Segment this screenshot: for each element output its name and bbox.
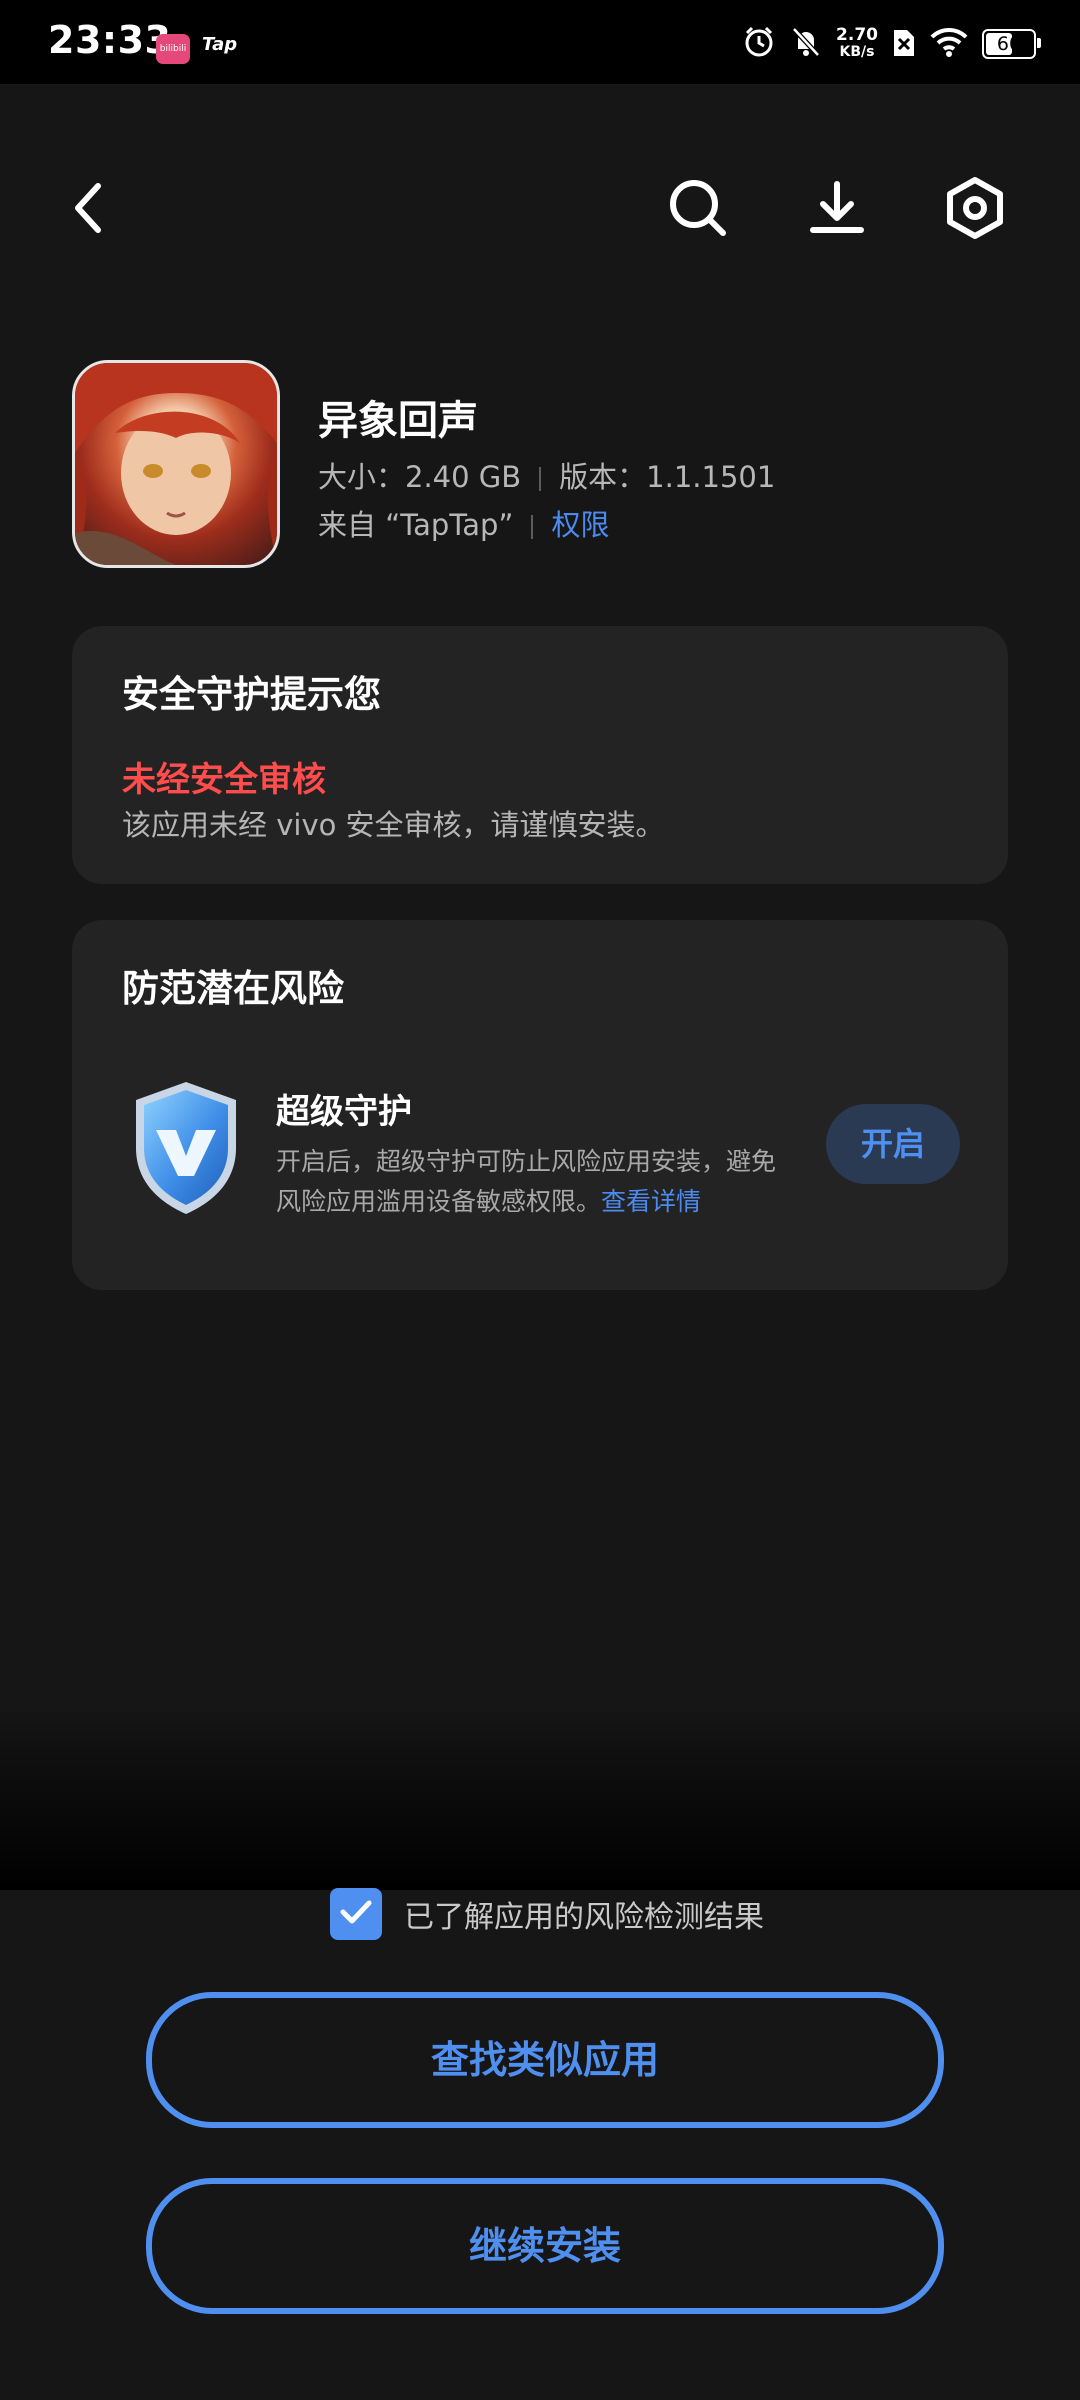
- continue-install-button[interactable]: 继续安装: [146, 2178, 944, 2314]
- bottom-fade-overlay: [0, 1700, 1080, 1890]
- risk-ack-row[interactable]: 已了解应用的风险检测结果: [330, 1887, 764, 1941]
- app-version: 版本：1.1.1501: [559, 460, 776, 494]
- app-source-row: 来自 “TapTap” 权限: [318, 502, 609, 544]
- network-speed: 2.70 KB/s: [836, 27, 878, 61]
- alarm-icon: [742, 25, 776, 63]
- network-speed-value: 2.70: [836, 25, 878, 45]
- app-icon: [72, 360, 280, 568]
- permissions-link[interactable]: 权限: [551, 508, 609, 542]
- app-name: 异象回声: [318, 398, 478, 444]
- enable-protection-button[interactable]: 开启: [826, 1104, 960, 1184]
- back-button[interactable]: [56, 178, 120, 242]
- bell-muted-icon: [790, 25, 822, 63]
- bilibili-app-icon: bilibili: [156, 34, 190, 64]
- app-meta: 大小：2.40 GB 版本：1.1.1501: [318, 454, 775, 496]
- settings-button[interactable]: [943, 176, 1007, 244]
- app-header: 异象回声 大小：2.40 GB 版本：1.1.1501 来自 “TapTap” 权限: [72, 360, 1012, 570]
- hexagon-settings-icon: [944, 176, 1006, 244]
- risk-ack-checkbox[interactable]: [330, 1888, 382, 1940]
- status-right-group: 2.70 KB/s 60: [742, 22, 1041, 66]
- status-time: 23:33: [48, 18, 172, 62]
- search-icon: [667, 177, 729, 243]
- risk-ack-label: 已了解应用的风险检测结果: [404, 1900, 764, 1935]
- meta-divider: [539, 467, 542, 491]
- chevron-left-icon: [68, 180, 108, 240]
- battery-indicator: 60: [982, 29, 1041, 59]
- protection-title: 超级守护: [276, 1092, 412, 1132]
- risk-prevention-card: 防范潜在风险 超级守护 开启后，超级守护可防止风险应用安装，避免风险应用滥用设备…: [72, 920, 1008, 1290]
- download-button[interactable]: [805, 178, 869, 242]
- find-similar-apps-button[interactable]: 查找类似应用: [146, 1992, 944, 2128]
- source-divider: [531, 515, 534, 539]
- security-notice-card: 安全守护提示您 未经安全审核 该应用未经 vivo 安全审核，请谨慎安装。: [72, 626, 1008, 884]
- download-icon: [807, 178, 867, 242]
- risk-card-title: 防范潜在风险: [122, 967, 344, 1010]
- security-card-title: 安全守护提示您: [122, 673, 381, 716]
- taptap-app-icon: Tap: [202, 34, 238, 55]
- wifi-icon: [930, 27, 968, 61]
- view-details-link[interactable]: 查看详情: [601, 1187, 701, 1216]
- battery-level: 60: [996, 33, 1022, 55]
- protection-description: 开启后，超级守护可防止风险应用安装，避免风险应用滥用设备敏感权限。查看详情: [276, 1142, 776, 1222]
- status-bar: 23:33 bilibili Tap 2.70 KB/s 60: [0, 0, 1080, 84]
- warning-title: 未经安全审核: [122, 760, 326, 800]
- app-source: 来自 “TapTap”: [318, 508, 514, 542]
- checkmark-icon: [339, 1898, 373, 1930]
- sim-disabled-icon: [892, 26, 916, 62]
- app-size: 大小：2.40 GB: [318, 460, 522, 494]
- warning-description: 该应用未经 vivo 安全审核，请谨慎安装。: [122, 808, 665, 842]
- search-button[interactable]: [666, 178, 730, 242]
- network-speed-unit: KB/s: [839, 44, 875, 60]
- top-toolbar: [0, 160, 1080, 260]
- battery-tip: [1037, 38, 1041, 48]
- shield-icon: [126, 1078, 246, 1218]
